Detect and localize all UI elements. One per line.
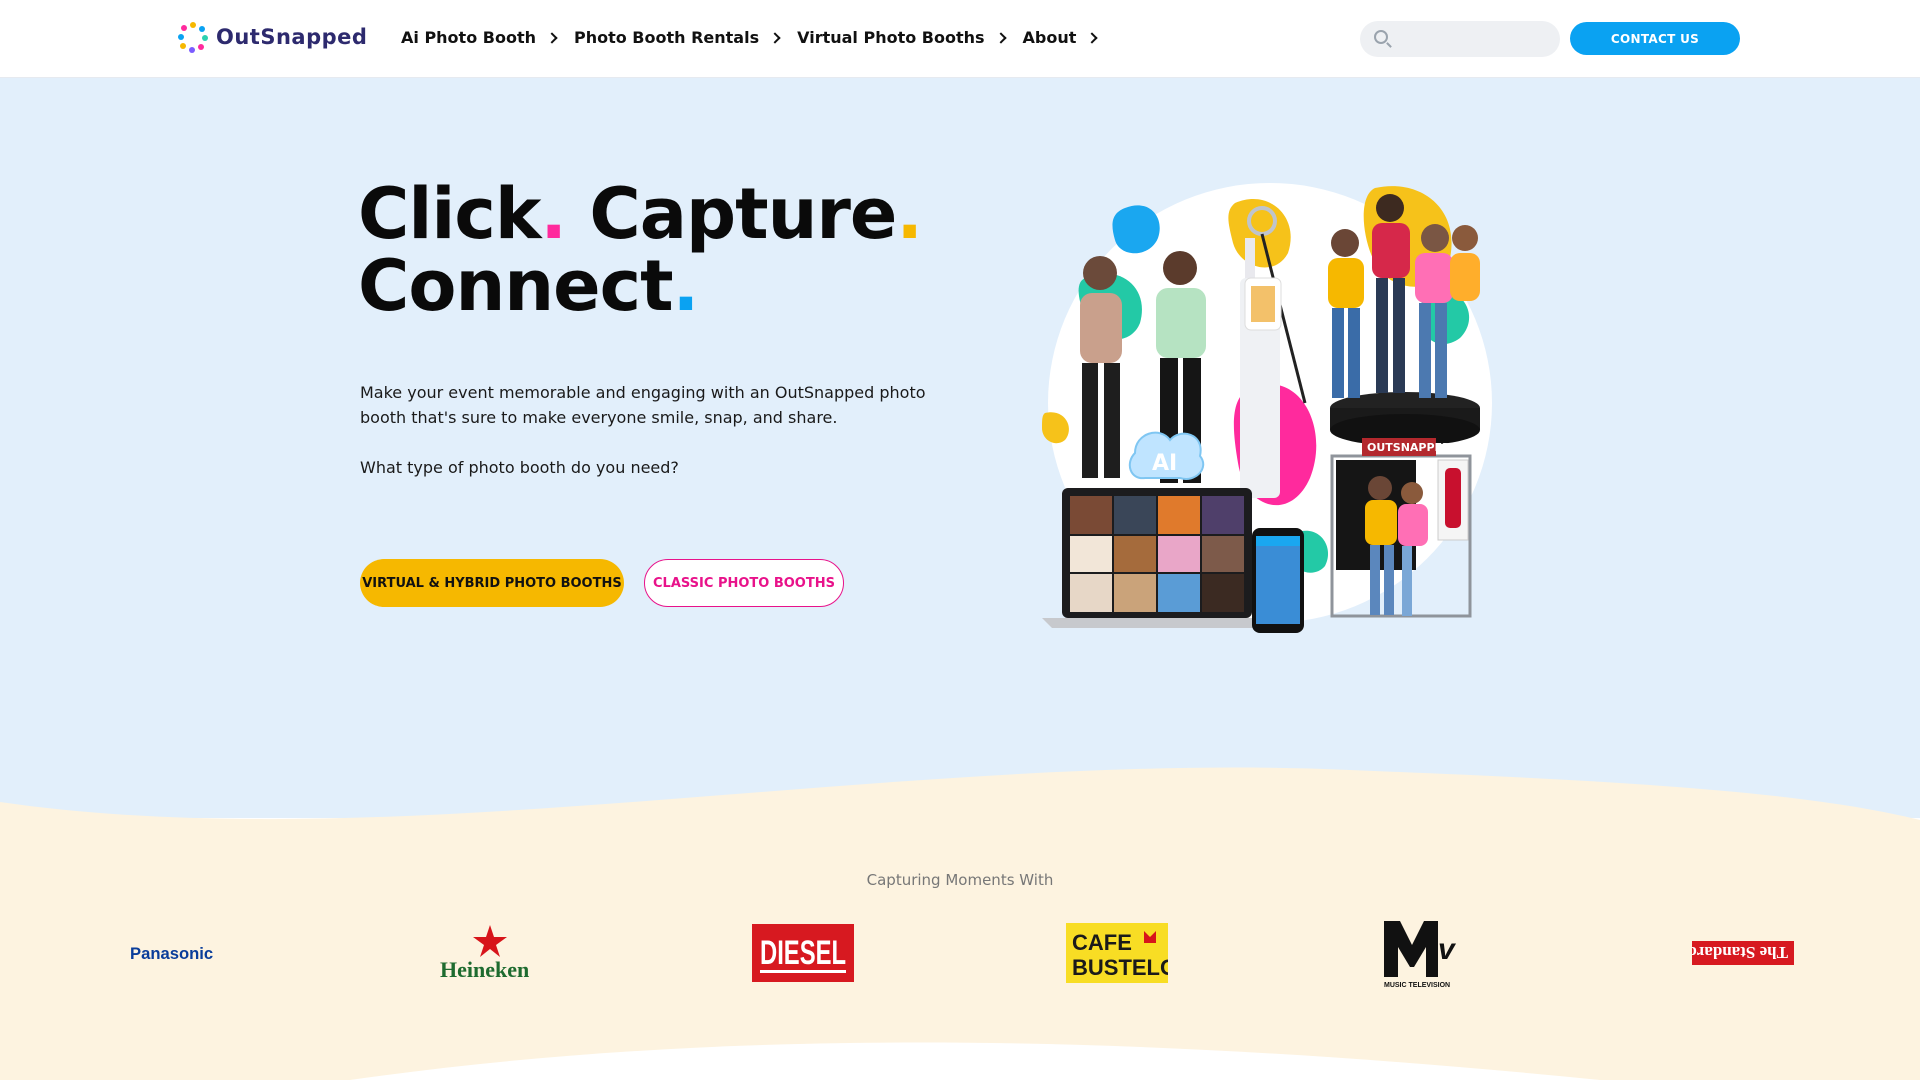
heineken-logo-image: Heineken [440, 925, 529, 982]
diesel-logo-image: DIESEL [752, 924, 854, 982]
chevron-right-icon [994, 31, 1007, 44]
hero-section: Click. Capture. Connect. Make your event… [0, 78, 1920, 818]
the-standard-logo: The Standard [1692, 920, 1794, 986]
heineken-logo: Heineken [438, 920, 542, 986]
svg-text:CAFE: CAFE [1072, 930, 1132, 955]
svg-text:Panasonic: Panasonic [130, 944, 213, 963]
title-dot-blue: . [672, 245, 700, 327]
mtv-logo: v MUSIC TELEVISION [1382, 920, 1476, 989]
the-standard-logo-image: The Standard [1692, 941, 1794, 965]
classic-booths-button[interactable]: CLASSIC PHOTO BOOTHS [644, 559, 844, 607]
panasonic-logo-image: Panasonic [130, 944, 213, 963]
nav-label: Ai Photo Booth [401, 28, 536, 47]
cafe-bustelo-logo-image: CAFE BUSTELO [1066, 923, 1168, 983]
contact-us-button[interactable]: CONTACT US [1570, 22, 1740, 55]
title-word-connect: Connect [358, 245, 674, 327]
svg-text:The Standard: The Standard [1692, 943, 1788, 962]
site-header: OutSnapped Ai Photo Booth Photo Booth Re… [0, 0, 1920, 78]
svg-text:v: v [1438, 933, 1457, 966]
title-word-click: Click [358, 173, 541, 255]
search-box [1360, 21, 1560, 57]
hero-question: What type of photo booth do you need? [360, 458, 679, 477]
diesel-logo: DIESEL [752, 920, 854, 986]
client-logos-band [0, 767, 1920, 1080]
outsnapped-logo[interactable]: OutSnapped [178, 22, 368, 53]
nav-label: Virtual Photo Booths [797, 28, 985, 47]
svg-text:MUSIC TELEVISION: MUSIC TELEVISION [1384, 982, 1450, 989]
title-dot-pink: . [540, 173, 567, 255]
nav-virtual-photo-booths[interactable]: Virtual Photo Booths [797, 28, 1007, 47]
search-input[interactable] [1394, 21, 1554, 57]
nav-label: Photo Booth Rentals [573, 28, 760, 47]
chevron-right-icon [769, 31, 781, 44]
nav-label: About [1022, 28, 1077, 47]
main-nav: Ai Photo Booth Photo Booth Rentals Virtu… [401, 28, 1099, 47]
logo-mark-icon [178, 22, 208, 53]
svg-text:AI: AI [1152, 451, 1177, 476]
svg-text:Heineken: Heineken [440, 957, 529, 982]
title-dot-yellow: . [896, 173, 923, 255]
nav-photo-booth-rentals[interactable]: Photo Booth Rentals [573, 28, 781, 47]
cafe-bustelo-logo: CAFE BUSTELO [1066, 920, 1168, 986]
search-icon[interactable] [1374, 30, 1388, 44]
mtv-logo-image: v MUSIC TELEVISION [1384, 921, 1457, 989]
chevron-right-icon [546, 31, 558, 44]
virtual-hybrid-booths-button[interactable]: VIRTUAL & HYBRID PHOTO BOOTHS [360, 559, 624, 607]
hero-description: Make your event memorable and engaging w… [360, 383, 926, 427]
svg-text:OUTSNAPPED: OUTSNAPPED [1367, 441, 1451, 454]
svg-text:DIESEL: DIESEL [760, 934, 846, 972]
clients-caption: Capturing Moments With [866, 871, 1054, 889]
svg-text:BUSTELO: BUSTELO [1072, 955, 1168, 980]
nav-about[interactable]: About [1022, 28, 1099, 47]
hero-collage-image: AI OUTSNAPPED [1042, 183, 1492, 633]
logo-text: OutSnapped [216, 25, 368, 49]
chevron-right-icon [1086, 31, 1099, 44]
hero-title: Click. Capture. Connect. [358, 178, 923, 322]
nav-ai-photo-booth[interactable]: Ai Photo Booth [401, 28, 558, 47]
title-word-capture: Capture [566, 173, 897, 255]
panasonic-logo: Panasonic [130, 920, 220, 986]
